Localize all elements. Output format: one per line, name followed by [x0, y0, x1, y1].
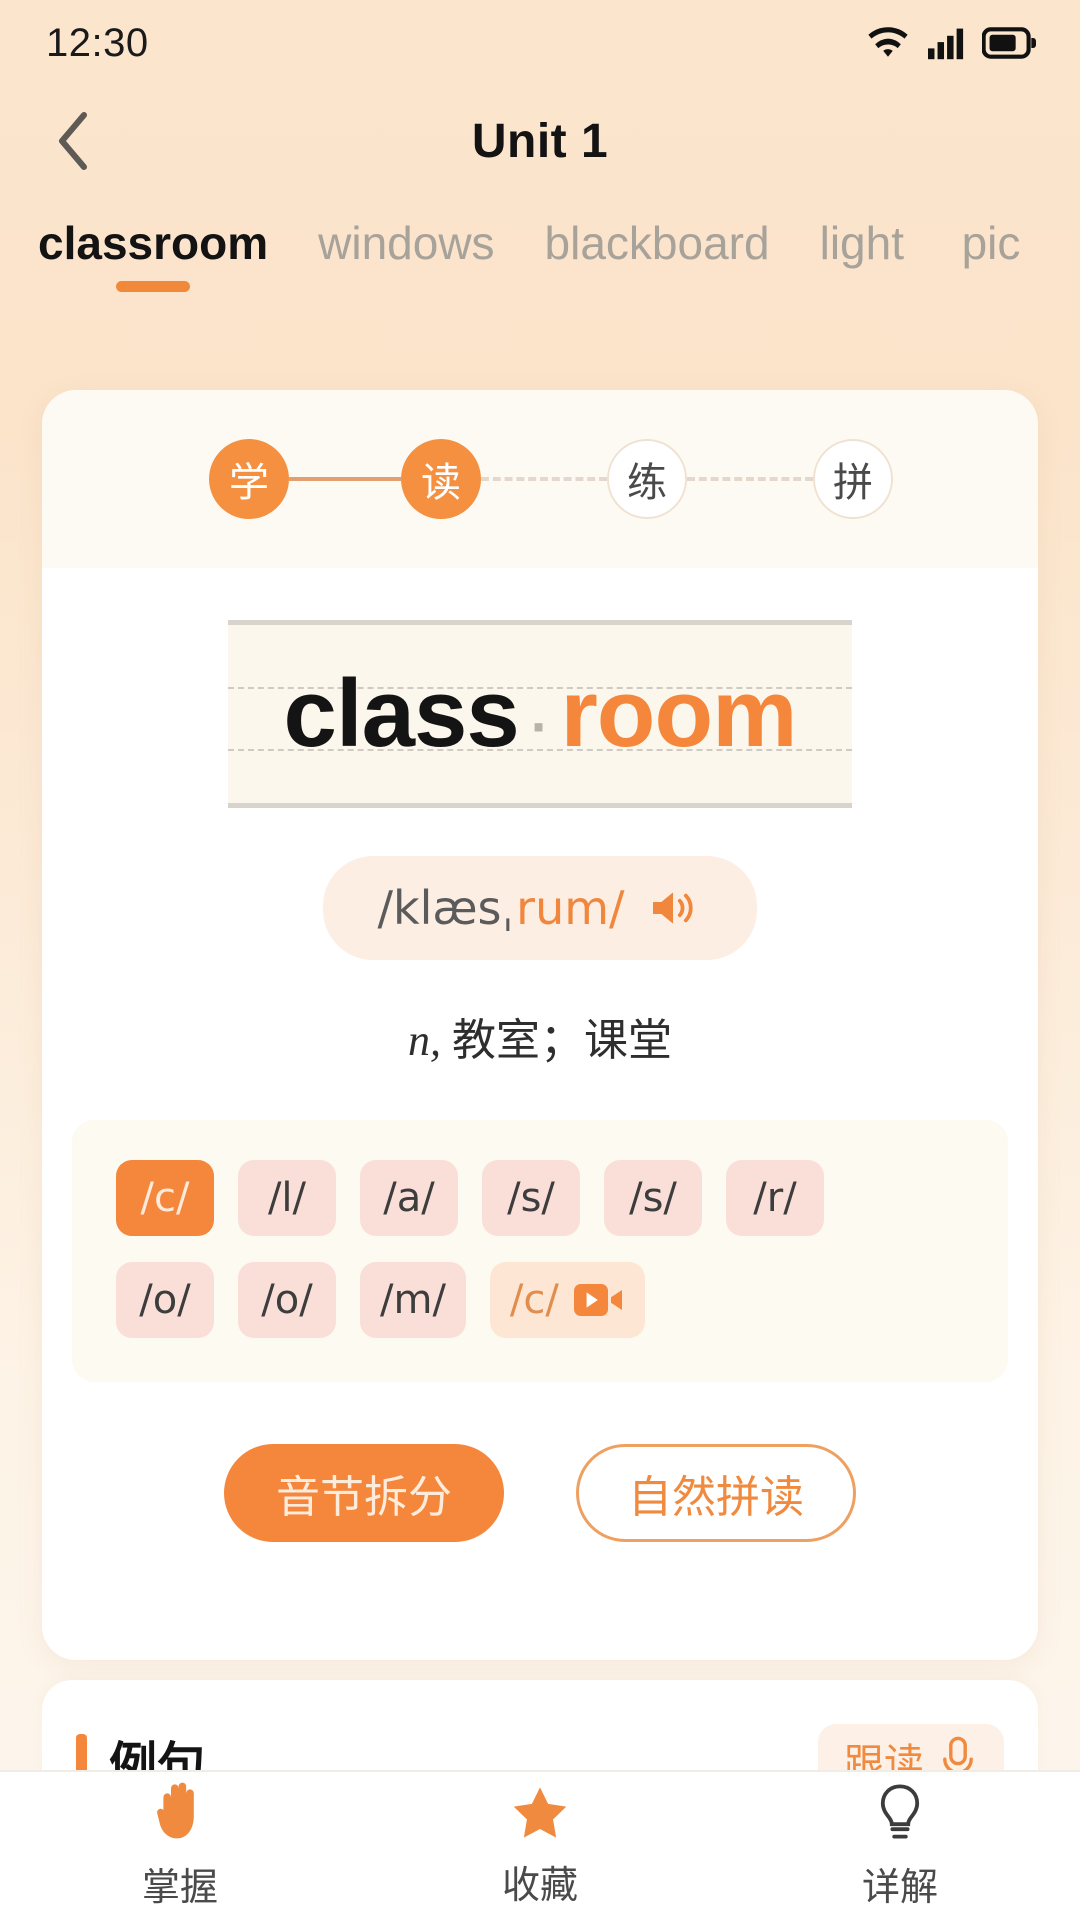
nav-label: 详解: [861, 1866, 938, 1909]
tab-label: windows: [318, 217, 495, 270]
natural-phonics-button[interactable]: 自然拼读: [576, 1444, 856, 1542]
star-icon: [513, 1786, 567, 1838]
speaker-icon[interactable]: [647, 884, 703, 932]
word-detail-card: 学 读 练 拼 class · room /klæsˌ rum/ n, 教室；课…: [42, 390, 1038, 1660]
tab-picture[interactable]: pic: [954, 218, 1028, 306]
tab-label: pic: [961, 217, 1021, 270]
phonics-chip[interactable]: /s/: [604, 1160, 702, 1236]
nav-item-master[interactable]: 掌握: [0, 1782, 360, 1911]
phonics-chip-label: /r/: [753, 1175, 797, 1221]
word-syllable-1: class: [283, 660, 520, 767]
phonics-chip-label: /c/: [509, 1277, 559, 1323]
phonics-row-2: /o/ /o/ /m/ /c/: [116, 1262, 974, 1338]
phonetic-part-2: rum/: [516, 881, 625, 935]
phonics-chip-label: /s/: [507, 1175, 555, 1221]
step-du[interactable]: 读: [401, 439, 481, 519]
word-text: class · room: [283, 659, 798, 769]
tab-classroom[interactable]: classroom: [38, 218, 268, 306]
step-label: 读: [421, 461, 461, 505]
syllable-separator: ·: [530, 695, 550, 758]
phonics-chip-label: /l/: [267, 1175, 307, 1221]
tab-windows[interactable]: windows: [318, 218, 494, 306]
page-title: Unit 1: [471, 114, 609, 168]
word-writing-box: class · room: [228, 620, 852, 808]
learning-step-indicator: 学 读 练 拼: [42, 390, 1038, 568]
nav-item-detail[interactable]: 详解: [720, 1782, 1080, 1911]
part-of-speech: n,: [408, 1016, 441, 1065]
step-connector-solid: [289, 477, 401, 481]
step-lian[interactable]: 练: [607, 439, 687, 519]
syllable-split-button[interactable]: 音节拆分: [224, 1444, 504, 1542]
video-camera-icon[interactable]: [573, 1280, 625, 1320]
word-definition: n, 教室；课堂: [42, 1004, 1038, 1068]
step-connector-dotted: [687, 477, 813, 481]
phonics-chip[interactable]: /l/: [238, 1160, 336, 1236]
word-tabs[interactable]: classroom windows blackboard light pic: [0, 196, 1080, 306]
phonics-chip-label: /m/: [380, 1277, 446, 1323]
back-button[interactable]: [44, 111, 104, 171]
phonetic-part-1: /klæsˌ: [377, 881, 515, 935]
phonics-chip[interactable]: /s/: [482, 1160, 580, 1236]
status-time: 12:30: [46, 20, 149, 65]
phonics-chip[interactable]: /o/: [116, 1262, 214, 1338]
phonics-chip-with-video[interactable]: /c/: [489, 1262, 645, 1338]
phonics-chip[interactable]: /r/: [726, 1160, 824, 1236]
phonics-panel: /c/ /l/ /a/ /s/ /s/ /r/ /o/ /o/ /m/ /c/: [72, 1120, 1008, 1382]
tab-label: blackboard: [544, 217, 770, 270]
hand-icon: [157, 1782, 194, 1838]
nav-label: 掌握: [141, 1866, 218, 1909]
step-label: 学: [229, 461, 269, 505]
bottom-navigation: 掌握 收藏 详解: [0, 1770, 1080, 1920]
tab-active-indicator: [116, 281, 191, 292]
nav-label: 收藏: [501, 1864, 578, 1907]
phonics-chip-label: /s/: [629, 1175, 677, 1221]
word-syllable-2: room: [560, 660, 797, 767]
phonics-chip-label: /o/: [261, 1277, 313, 1323]
step-xue[interactable]: 学: [209, 439, 289, 519]
step-pin[interactable]: 拼: [813, 439, 893, 519]
step-label: 拼: [833, 461, 873, 505]
phonics-chip[interactable]: /o/: [238, 1262, 336, 1338]
phonics-chip[interactable]: /c/: [116, 1160, 214, 1236]
lightbulb-icon: [880, 1783, 920, 1838]
phonics-row-1: /c/ /l/ /a/ /s/ /s/ /r/: [116, 1160, 974, 1236]
status-icons: [866, 26, 1036, 60]
phonetic-pill[interactable]: /klæsˌ rum/: [323, 856, 757, 960]
chevron-left-icon: [59, 112, 87, 170]
action-buttons: 音节拆分 自然拼读: [42, 1444, 1038, 1542]
phonics-chip-label: /a/: [383, 1175, 435, 1221]
nav-item-favorite[interactable]: 收藏: [360, 1784, 720, 1909]
word-display-area: class · room: [42, 568, 1038, 808]
tab-label: classroom: [38, 217, 269, 270]
nav-bar: Unit 1: [0, 86, 1080, 196]
phonics-chip[interactable]: /m/: [360, 1262, 466, 1338]
battery-icon: [982, 27, 1036, 59]
phonics-chip-label: /c/: [140, 1175, 190, 1221]
tab-light[interactable]: light: [820, 218, 904, 306]
wifi-icon: [868, 27, 908, 57]
tab-label: light: [819, 217, 904, 270]
phonetic-row: /klæsˌ rum/: [42, 856, 1038, 960]
signal-icon: [928, 28, 964, 60]
phonics-chip[interactable]: /a/: [360, 1160, 458, 1236]
step-label: 练: [627, 461, 667, 505]
phonics-chip-label: /o/: [139, 1277, 191, 1323]
tab-blackboard[interactable]: blackboard: [545, 218, 770, 306]
status-bar: 12:30: [0, 0, 1080, 86]
definition-text: 教室；课堂: [452, 1016, 672, 1065]
step-connector-dotted: [481, 477, 607, 481]
